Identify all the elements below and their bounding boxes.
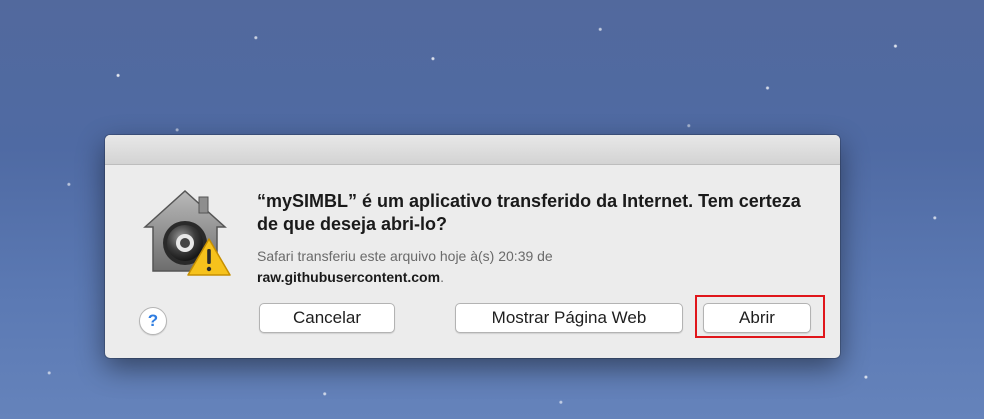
gatekeeper-dialog: “mySIMBL” é um aplicativo transferido da… [105, 135, 840, 358]
cancel-button[interactable]: Cancelar [259, 303, 395, 333]
download-source-host: raw.githubusercontent.com [257, 269, 441, 285]
gatekeeper-warning-icon [141, 185, 231, 277]
open-button[interactable]: Abrir [703, 303, 811, 333]
dialog-heading: “mySIMBL” é um aplicativo transferido da… [257, 191, 801, 234]
dialog-info-text: Safari transferiu este arquivo hoje à(s)… [257, 246, 817, 288]
show-webpage-button[interactable]: Mostrar Página Web [455, 303, 683, 333]
download-info-suffix: . [440, 269, 444, 285]
help-button[interactable]: ? [139, 307, 167, 335]
download-info-prefix: Safari transferiu este arquivo hoje à(s)… [257, 248, 553, 264]
dialog-titlebar[interactable] [105, 135, 840, 165]
